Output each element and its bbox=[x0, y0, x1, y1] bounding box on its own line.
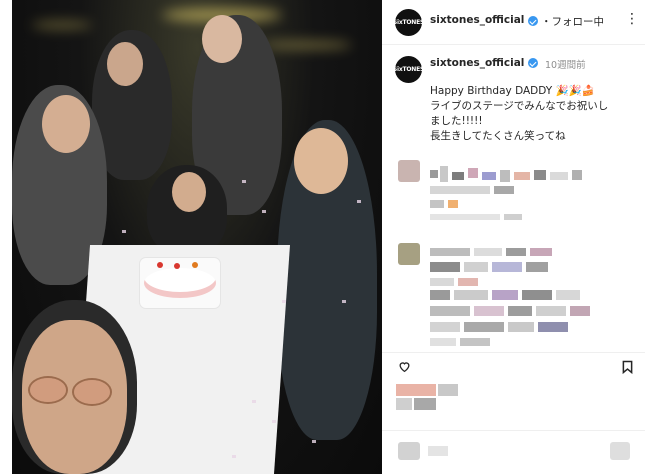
account-avatar[interactable]: SixTONES bbox=[393, 9, 424, 36]
post-time: 10週間前 bbox=[545, 60, 586, 71]
post-sidebar: SixTONES sixtones_official ・フォロー中 ⋮ SixT… bbox=[382, 0, 645, 474]
divider bbox=[382, 430, 645, 431]
caption-line: Happy Birthday DADDY 🎉🎉🍰 bbox=[430, 85, 595, 97]
post-photo[interactable] bbox=[12, 0, 382, 474]
account-username[interactable]: sixtones_official bbox=[430, 14, 524, 26]
heart-icon[interactable] bbox=[398, 360, 411, 373]
more-icon[interactable]: ⋮ bbox=[625, 11, 639, 27]
caption-avatar[interactable]: SixTONES bbox=[393, 56, 424, 83]
caption-username[interactable]: sixtones_official bbox=[430, 57, 524, 69]
post-caption: Happy Birthday DADDY 🎉🎉🍰 ライブのステージでみんなでお祝… bbox=[430, 84, 635, 144]
instagram-post-embed: SixTONES sixtones_official ・フォロー中 ⋮ SixT… bbox=[0, 0, 645, 474]
verified-icon bbox=[528, 58, 538, 68]
comment-avatar bbox=[398, 243, 420, 265]
verified-icon bbox=[528, 16, 538, 26]
save-icon[interactable] bbox=[622, 360, 633, 374]
concert-stage-scene bbox=[12, 0, 382, 474]
follow-status[interactable]: ・フォロー中 bbox=[541, 14, 604, 29]
divider bbox=[382, 352, 645, 353]
comment-avatar bbox=[398, 160, 420, 182]
mosaic-likes bbox=[396, 384, 436, 396]
comment-input-area[interactable] bbox=[398, 442, 420, 460]
caption-line: ました!!!!! bbox=[430, 115, 483, 127]
caption-line: ライブのステージでみんなでお祝いし bbox=[430, 100, 609, 112]
caption-line: 長生きしてたくさん笑ってね bbox=[430, 130, 566, 142]
post-header: SixTONES sixtones_official ・フォロー中 ⋮ bbox=[382, 0, 645, 45]
